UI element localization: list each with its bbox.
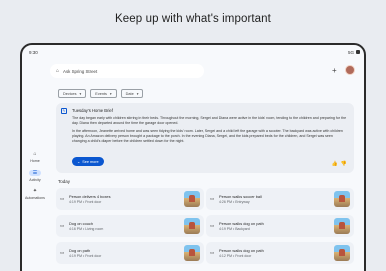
home-icon: ⌂ [33, 151, 37, 157]
brief-title: Tuesday's Home Brief [72, 108, 113, 113]
event-title: Person walks dog on path [219, 248, 264, 253]
event-card[interactable]: ▭ Dog on couch 4:16 PM • Living room [56, 215, 204, 237]
event-card[interactable]: ▭ Person walks dog on path 4:19 PM • Bac… [206, 215, 354, 237]
event-thumbnail [184, 245, 200, 261]
chip-devices[interactable]: Devices ▾ [58, 89, 87, 98]
rail-label-automations: Automations [25, 196, 45, 200]
camera-icon: ▭ [210, 223, 215, 228]
brief-paragraph-1: The day began early with children stirri… [72, 116, 347, 125]
see-more-button[interactable]: ⌄ See more [72, 157, 104, 166]
event-title: Person walks dog on path [219, 221, 264, 226]
thumbs-up-icon[interactable]: 👍 [332, 161, 338, 167]
rail-label-home: Home [30, 159, 40, 163]
home-brief-card: ✎ Tuesday's Home Brief The day began ear… [56, 103, 354, 173]
camera-icon: ▭ [60, 250, 65, 255]
event-meta: 4:26 PM • Entryway [219, 200, 250, 204]
navigation-rail: ⌂ Home ☰ Activity ✦ Automations [22, 59, 48, 271]
add-icon[interactable]: + [332, 67, 337, 75]
chip-events-label: Events [95, 91, 107, 96]
event-meta: 4:12 PM • Front door [219, 254, 252, 258]
event-thumbnail [334, 218, 350, 234]
event-title: Person delivers 4 boxes [69, 194, 111, 199]
section-today: Today [58, 179, 71, 184]
event-card[interactable]: ▭ Person delivers 4 boxes 4:19 PM • Fron… [56, 188, 204, 210]
filter-chips: Devices ▾ Events ▾ Date ▾ [58, 89, 144, 98]
event-thumbnail [184, 218, 200, 234]
rail-item-activity[interactable]: ☰ Activity [25, 170, 45, 182]
automations-icon: ✦ [32, 188, 38, 194]
page-headline: Keep up with what's important [115, 13, 271, 25]
brief-paragraph-2: In the afternoon, Jeanette arrived home … [72, 129, 343, 143]
status-time: 9:30 [29, 50, 38, 55]
rail-item-automations[interactable]: ✦ Automations [25, 188, 45, 200]
home-icon: ⌂ [56, 68, 60, 74]
activity-icon: ☰ [29, 170, 41, 176]
chip-date[interactable]: Date ▾ [120, 89, 144, 98]
event-title: Dog on couch [69, 221, 94, 226]
signal-indicator: 5G [347, 50, 354, 55]
search-text: Ask Spring Street [63, 68, 98, 74]
camera-icon: ▭ [210, 196, 215, 201]
event-thumbnail [334, 245, 350, 261]
camera-icon: ▭ [60, 223, 65, 228]
event-meta: 4:16 PM • Living room [69, 227, 104, 231]
rail-item-home[interactable]: ⌂ Home [25, 151, 45, 163]
chip-events[interactable]: Events ▾ [90, 89, 117, 98]
event-card[interactable]: ▭ Person walks dog on path 4:12 PM • Fro… [206, 242, 354, 264]
chevron-down-icon: ⌄ [77, 160, 81, 164]
search-bar[interactable]: ⌂ Ask Spring Street [50, 64, 204, 78]
event-card[interactable]: ▭ Person walks soccer ball 4:26 PM • Ent… [206, 188, 354, 210]
chevron-down-icon: ▾ [136, 91, 139, 96]
rail-label-activity: Activity [29, 178, 41, 182]
event-title: Dog on path [69, 248, 91, 253]
event-meta: 4:19 PM • Backyard [219, 227, 250, 231]
event-thumbnail [184, 191, 200, 207]
event-meta: 4:19 PM • Front door [69, 200, 102, 204]
avatar[interactable] [345, 65, 355, 75]
brief-icon: ✎ [61, 108, 67, 114]
camera-icon: ▭ [60, 196, 65, 201]
event-thumbnail [334, 191, 350, 207]
chip-devices-label: Devices [63, 91, 77, 96]
camera-icon: ▭ [210, 250, 215, 255]
thumbs-down-icon[interactable]: 👎 [341, 161, 347, 167]
status-bar: 9:30 5G [22, 45, 364, 59]
chevron-down-icon: ▾ [79, 91, 82, 96]
battery-icon [356, 50, 360, 54]
tablet-frame: 9:30 5G ⌂ Home ☰ Activity ✦ Automations … [20, 43, 366, 271]
chip-date-label: Date [125, 91, 134, 96]
event-meta: 4:19 PM • Front door [69, 254, 102, 258]
event-title: Person walks soccer ball [219, 194, 262, 199]
see-more-label: See more [82, 159, 99, 164]
chevron-down-icon: ▾ [109, 91, 112, 96]
event-card[interactable]: ▭ Dog on path 4:19 PM • Front door [56, 242, 204, 264]
